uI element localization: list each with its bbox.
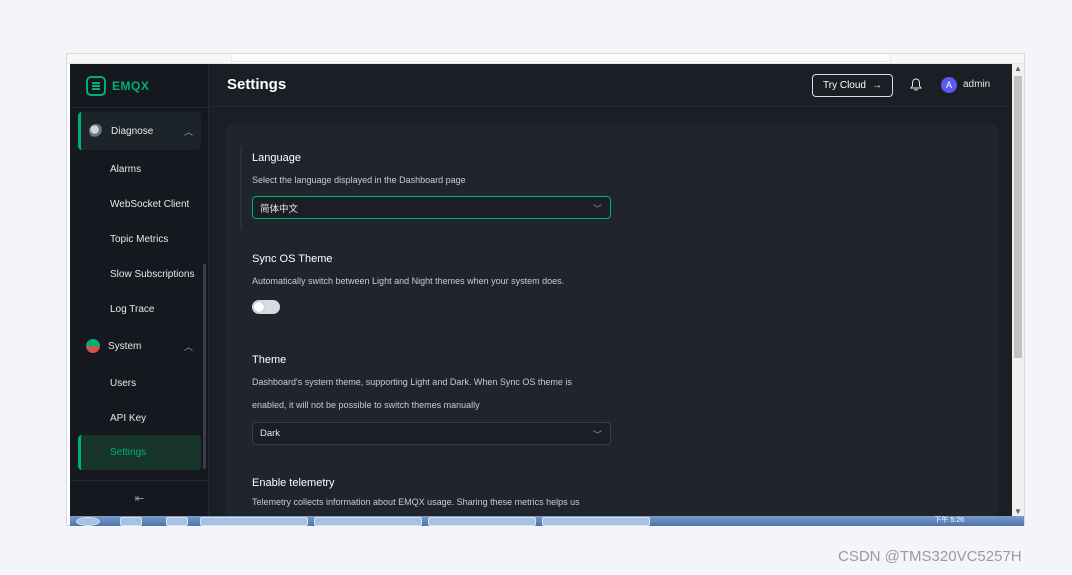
chevron-down-icon: ﹀ [592,204,602,214]
avatar[interactable]: A [941,77,957,93]
sidebar-scrollbar[interactable] [203,264,206,469]
telemetry-description: Telemetry collects information about EMQ… [252,497,580,507]
theme-select[interactable]: Dark ﹀ [252,422,611,445]
sidebar-item-websocket-client[interactable]: WebSocket Client [78,188,201,220]
language-select[interactable]: 简体中文 ﹀ [252,196,611,219]
username[interactable]: admin [963,79,990,90]
sync-os-theme-section: Sync OS Theme Automatically switch betwe… [252,253,564,314]
sidebar-group-label: Diagnose [111,125,154,137]
sidebar-item-settings[interactable]: Settings [78,435,201,470]
taskbar-window-button[interactable] [428,517,536,526]
browser-frame: EMQX Diagnose ︿ Alarms WebSocket Client … [66,53,1025,526]
theme-section: Theme Dashboard's system theme, supporti… [252,354,611,445]
logo[interactable]: EMQX [86,76,149,96]
start-button[interactable] [76,517,100,526]
telemetry-section: Enable telemetry Telemetry collects info… [252,477,580,514]
try-cloud-label: Try Cloud [823,80,866,91]
settings-card: Language Select the language displayed i… [226,124,998,516]
chevron-up-icon: ︿ [183,341,193,352]
chevron-down-icon: ﹀ [592,430,602,440]
taskbar-app-icon[interactable] [120,517,142,526]
sidebar-group-system[interactable]: System ︿ [78,327,201,365]
theme-value: Dark [260,428,281,439]
scroll-up-icon[interactable]: ▲ [1014,64,1022,73]
diagnose-icon [89,124,103,138]
sidebar-group-label: System [108,340,142,352]
scrollbar-thumb[interactable] [1014,76,1022,358]
theme-description-line1: Dashboard's system theme, supporting Lig… [252,377,572,387]
taskbar-window-button[interactable] [542,517,650,526]
divider [70,107,209,108]
bell-icon[interactable] [910,78,922,91]
sync-os-theme-title: Sync OS Theme [252,253,333,265]
taskbar-window-button[interactable] [200,517,308,526]
system-icon [86,339,100,353]
browser-tab-strip [67,54,1024,64]
theme-description-line2: enabled, it will not be possible to swit… [252,400,480,410]
collapse-sidebar-icon: ⇤ [134,493,145,505]
sidebar-item-users[interactable]: Users [78,367,201,399]
emqx-dashboard: EMQX Diagnose ︿ Alarms WebSocket Client … [70,64,1012,516]
taskbar-window-button[interactable] [314,517,422,526]
page-scrollbar[interactable]: ▲ ▼ [1012,64,1024,516]
language-description: Select the language displayed in the Das… [252,175,466,185]
brand-name: EMQX [112,79,150,93]
emqx-logo-icon [86,76,106,96]
scroll-down-icon[interactable]: ▼ [1014,507,1022,516]
sidebar-item-log-trace[interactable]: Log Trace [78,293,201,325]
chevron-up-icon: ︿ [183,126,193,137]
sidebar-item-api-key[interactable]: API Key [78,402,201,434]
taskbar-app-icon[interactable] [166,517,188,526]
toggle-knob [254,302,264,312]
taskbar-clock: 下午 5:26 [934,517,964,524]
sidebar: EMQX Diagnose ︿ Alarms WebSocket Client … [70,64,209,516]
browser-tab[interactable] [231,54,891,62]
sync-os-theme-toggle[interactable] [252,300,280,314]
sidebar-item-slow-subscriptions[interactable]: Slow Subscriptions [78,258,201,290]
os-taskbar: 下午 5:26 [70,516,1024,526]
collapse-sidebar-button[interactable]: ⇤ [70,480,209,516]
watermark: CSDN @TMS320VC5257H [838,548,1022,565]
theme-title: Theme [252,354,287,366]
sidebar-item-topic-metrics[interactable]: Topic Metrics [78,223,201,255]
sidebar-item-alarms[interactable]: Alarms [78,153,201,185]
language-value: 简体中文 [260,203,299,215]
page-title: Settings [227,76,287,93]
header: Settings Try Cloud → A admin [210,64,1012,107]
language-title: Language [252,152,301,164]
arrow-right-icon: → [871,80,882,91]
section-indicator [240,146,242,230]
language-section: Language Select the language displayed i… [252,152,611,219]
sidebar-group-diagnose[interactable]: Diagnose ︿ [78,112,201,150]
try-cloud-button[interactable]: Try Cloud → [812,74,893,97]
sync-os-theme-description: Automatically switch between Light and N… [252,276,565,286]
telemetry-title: Enable telemetry [252,477,335,489]
